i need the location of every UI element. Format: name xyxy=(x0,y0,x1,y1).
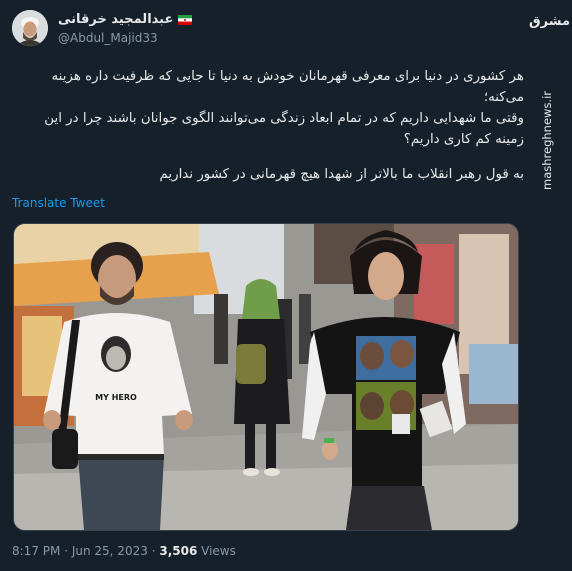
tweet-text: هر کشوری در دنیا برای معرفی قهرمانان خود… xyxy=(12,66,524,185)
translate-tweet-link[interactable]: Translate Tweet xyxy=(12,196,105,210)
tweet-paragraph: هر کشوری در دنیا برای معرفی قهرمانان خود… xyxy=(51,69,524,105)
tweet-photo[interactable]: MY HERO xyxy=(13,223,519,531)
tweet-date[interactable]: Jun 25, 2023 xyxy=(72,544,148,558)
tweet-time[interactable]: 8:17 PM xyxy=(12,544,60,558)
avatar[interactable] xyxy=(12,10,48,46)
mashregh-logo: مشرق xyxy=(529,14,570,29)
tweet-paragraph: به قول رهبر انقلاب ما بالاتر از شهدا هیچ… xyxy=(159,167,524,182)
views-count[interactable]: 3,506 xyxy=(159,544,197,558)
tweet-meta: 8:17 PM · Jun 25, 2023 · 3,506 Views xyxy=(12,544,236,558)
tweet-paragraph: وقتی ما شهدایی داریم که در تمام ابعاد زن… xyxy=(44,111,524,147)
meta-separator: · xyxy=(64,544,69,558)
iran-flag-icon xyxy=(178,14,193,25)
author-name-row: عبدالمجید خرقانی xyxy=(58,12,193,27)
watermark-site-url: mashreghnews.ir xyxy=(540,91,554,191)
site-watermark: مشرق mashreghnews.ir xyxy=(529,0,572,571)
shirt-text: MY HERO xyxy=(95,393,137,402)
author-handle[interactable]: @Abdul_Majid33 xyxy=(58,31,158,45)
author-display-name[interactable]: عبدالمجید خرقانی xyxy=(58,12,173,27)
avatar-image xyxy=(12,10,48,46)
tweet: عبدالمجید خرقانی @Abdul_Majid33 هر کشوری… xyxy=(0,0,530,571)
street-photo-illustration: MY HERO xyxy=(14,224,518,530)
views-label: Views xyxy=(201,544,236,558)
meta-separator: · xyxy=(151,544,156,558)
